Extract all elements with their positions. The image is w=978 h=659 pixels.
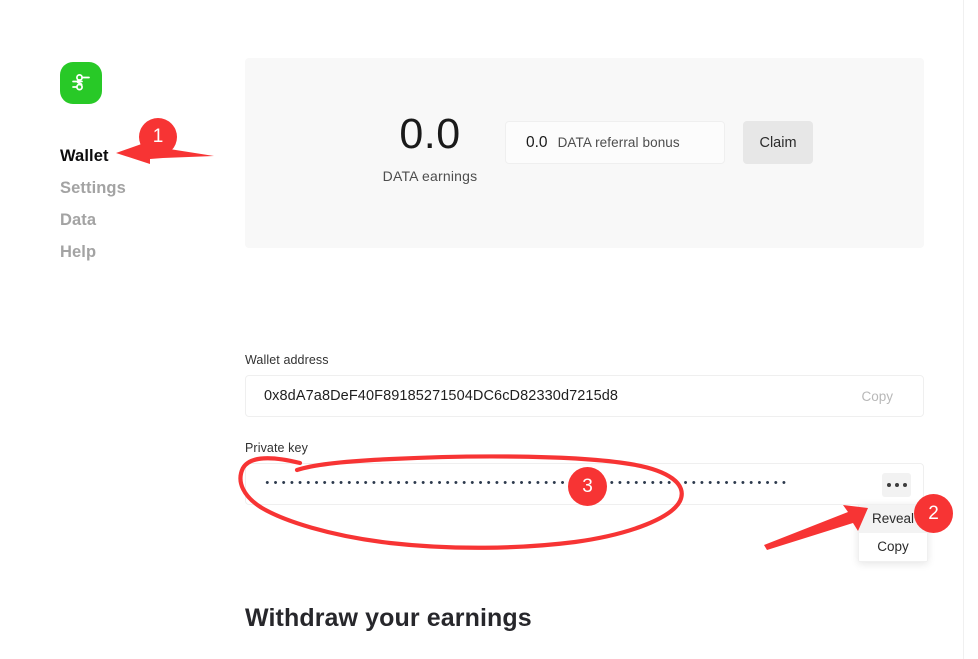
sidebar-item-label: Wallet — [60, 147, 109, 165]
sidebar: Wallet Settings Data Help — [0, 0, 245, 659]
dot — [886, 483, 891, 487]
data-earnings-value: 0.0 — [399, 110, 461, 158]
annotation-badge-3: 3 — [568, 467, 607, 506]
earnings-figure: 0.0 DATA earnings — [345, 110, 515, 184]
referral-bonus-label: DATA referral bonus — [557, 135, 680, 150]
private-key-menu-copy[interactable]: Copy — [859, 533, 927, 561]
page-scrollbar-gutter[interactable] — [963, 0, 978, 659]
annotation-badge-1: 1 — [139, 118, 177, 156]
earnings-card: 0.0 DATA earnings 0.0 DATA referral bonu… — [245, 58, 924, 248]
ellipsis-horizontal-icon[interactable] — [882, 473, 911, 497]
sidebar-item-label: Help — [60, 243, 97, 261]
wallet-address-label: Wallet address — [245, 353, 329, 367]
wallet-address-field[interactable]: 0x8dA7a8DeF40F89185271504DC6cD82330d7215… — [245, 375, 924, 417]
sidebar-item-settings[interactable]: Settings — [60, 172, 240, 204]
streamr-logo-icon[interactable] — [60, 62, 102, 104]
data-earnings-label: DATA earnings — [382, 168, 478, 184]
referral-bonus-field: 0.0 DATA referral bonus — [505, 121, 725, 164]
referral-bonus-value: 0.0 — [526, 133, 548, 151]
wallet-address-copy-button[interactable]: Copy — [861, 389, 923, 404]
sidebar-item-label: Settings — [60, 179, 126, 197]
sidebar-item-label: Data — [60, 211, 97, 229]
sidebar-item-help[interactable]: Help — [60, 236, 240, 268]
private-key-label: Private key — [245, 441, 308, 455]
sidebar-nav: Wallet Settings Data Help — [60, 140, 240, 268]
wallet-page: Wallet Settings Data Help 0.0 DATA earni… — [0, 0, 978, 659]
withdraw-section-heading: Withdraw your earnings — [245, 604, 532, 632]
annotation-arrow-2 — [764, 505, 868, 550]
sidebar-item-data[interactable]: Data — [60, 204, 240, 236]
claim-button[interactable]: Claim — [743, 121, 813, 164]
annotation-badge-2: 2 — [914, 494, 953, 533]
wallet-address-value: 0x8dA7a8DeF40F89185271504DC6cD82330d7215… — [264, 388, 619, 404]
dot — [894, 483, 899, 487]
dot — [902, 483, 907, 487]
